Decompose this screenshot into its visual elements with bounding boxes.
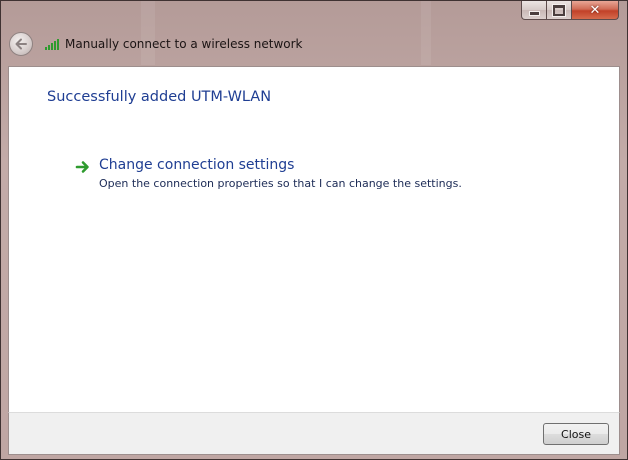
link-title: Change connection settings — [99, 157, 295, 173]
link-description: Open the connection properties so that I… — [99, 177, 462, 190]
minimize-button[interactable] — [521, 1, 547, 20]
window-close-button[interactable]: ✕ — [572, 1, 619, 20]
minimize-icon — [528, 10, 540, 16]
back-arrow-icon — [15, 38, 27, 50]
navigation-bar: Manually connect to a wireless network — [9, 32, 303, 56]
page-heading: Successfully added UTM-WLAN — [47, 89, 272, 105]
button-bar: Close — [8, 412, 620, 455]
green-arrow-icon — [75, 161, 89, 173]
change-connection-settings-link[interactable]: Change connection settings Open the conn… — [75, 157, 462, 190]
wireless-signal-icon — [45, 38, 59, 50]
content-panel: Successfully added UTM-WLAN Change conne… — [8, 66, 620, 412]
window-controls: ✕ — [521, 1, 619, 21]
frame-texture — [421, 1, 431, 65]
dialog-window: ✕ Manually connect to a wireless network… — [0, 0, 628, 460]
link-text-group: Change connection settings Open the conn… — [99, 157, 462, 190]
window-title: Manually connect to a wireless network — [65, 37, 303, 51]
back-button[interactable] — [9, 32, 33, 56]
close-icon: ✕ — [589, 2, 601, 18]
maximize-icon — [553, 4, 565, 16]
close-button[interactable]: Close — [543, 423, 609, 445]
maximize-button[interactable] — [547, 1, 572, 20]
